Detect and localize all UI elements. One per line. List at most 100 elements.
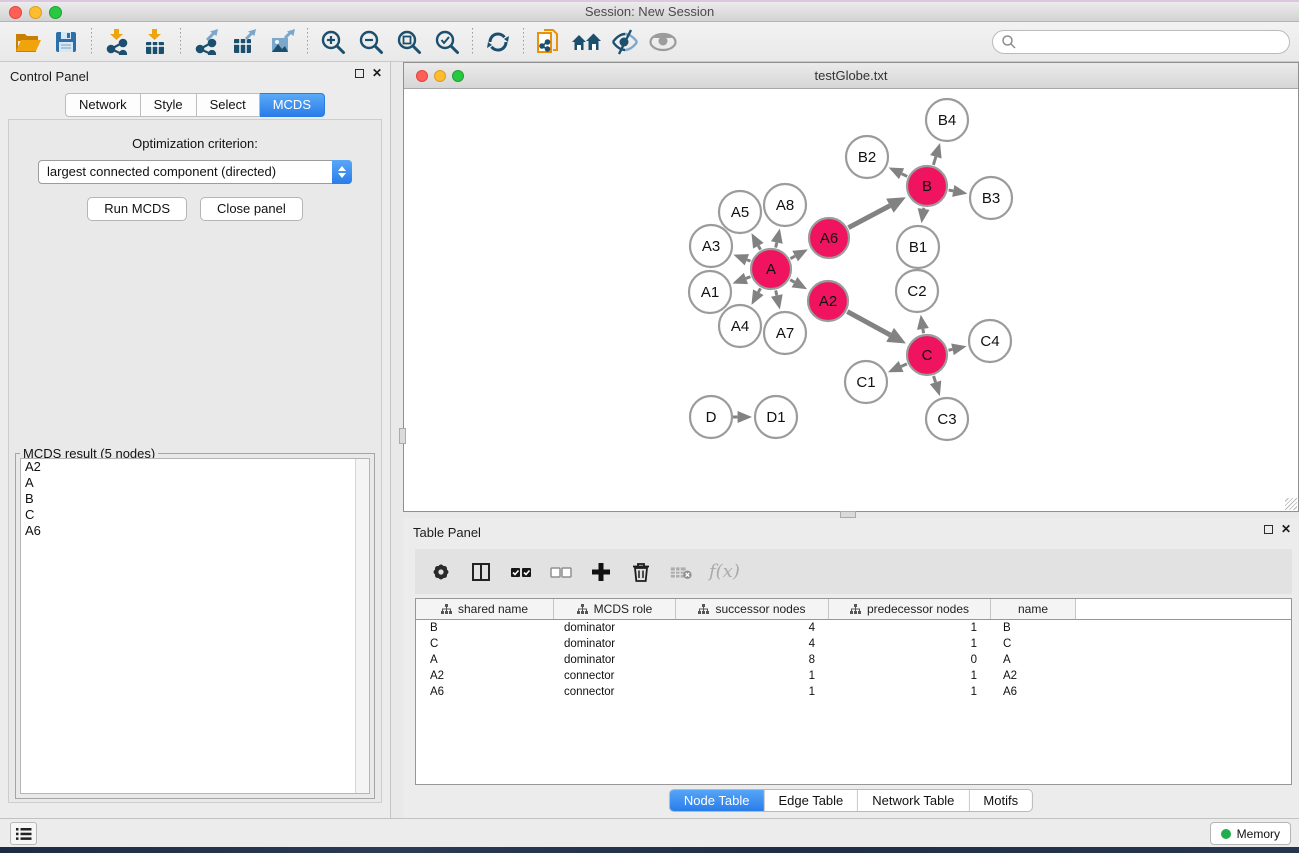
tab-motifs[interactable]: Motifs [968,790,1032,811]
export-table-button[interactable] [225,26,263,58]
graph-edge[interactable] [847,312,890,335]
graph-edge[interactable] [747,260,751,261]
zoom-out-button[interactable] [352,26,390,58]
refresh-button[interactable] [479,26,517,58]
delete-column-button[interactable] [629,560,653,584]
graph-edge[interactable] [776,290,777,295]
graph-edge[interactable] [746,277,750,279]
toolbar-separator [307,28,308,56]
window-title: Session: New Session [0,2,1299,21]
tab-style[interactable]: Style [141,93,197,117]
open-network-file-button[interactable] [530,26,568,58]
graph-edge[interactable] [848,206,889,228]
graph-edge[interactable] [948,349,952,350]
tab-network-table[interactable]: Network Table [857,790,968,811]
graph-edge[interactable] [790,280,794,282]
resize-handle[interactable] [1285,498,1297,510]
table-row[interactable]: B dominator 4 1 B [416,620,1291,636]
graph-edge[interactable] [790,256,795,259]
import-table-button[interactable] [136,26,174,58]
graph-edge[interactable] [923,329,924,333]
application-window: Session: New Session [0,0,1299,853]
minimize-view-button[interactable] [434,70,446,82]
zoom-fit-button[interactable] [390,26,428,58]
task-history-button[interactable] [10,822,37,845]
import-network-button[interactable] [98,26,136,58]
open-session-button[interactable] [9,26,47,58]
close-panel-icon[interactable]: ✕ [372,68,382,78]
select-stepper-icon [332,160,352,184]
column-header-name[interactable]: name [991,599,1076,619]
list-item: B [21,491,369,507]
splitter-handle[interactable] [399,428,406,444]
float-panel-icon[interactable] [1264,525,1273,534]
graph-edge[interactable] [901,364,907,367]
titlebar: Session: New Session [0,0,1299,22]
search-field[interactable] [992,30,1290,54]
home-pages-button[interactable] [568,26,606,58]
hide-graphics-button[interactable] [606,26,644,58]
select-all-button[interactable] [509,560,533,584]
memory-label: Memory [1237,827,1280,841]
network-canvas[interactable]: B4B2BB3A8A5A6A3B1AA1C2A2A4A7C4CC1C3DD1 [404,89,1298,511]
graph-edge[interactable] [776,243,777,248]
tab-network[interactable]: Network [65,93,141,117]
splitter-handle[interactable] [840,511,856,518]
close-panel-icon[interactable]: ✕ [1281,524,1291,534]
column-header-predecessor-nodes[interactable]: predecessor nodes [829,599,991,619]
network-graph[interactable]: B4B2BB3A8A5A6A3B1AA1C2A2A4A7C4CC1C3DD1 [404,89,1298,511]
column-header-mcds-role[interactable]: MCDS role [554,599,676,619]
criterion-select[interactable]: largest connected component (directed) [38,160,352,184]
export-network-button[interactable] [187,26,225,58]
graph-edge[interactable] [933,157,935,165]
gear-icon [430,561,452,583]
mcds-result-list[interactable]: A2 A B C A6 [20,458,370,794]
deselect-all-button[interactable] [549,560,573,584]
table-row[interactable]: C dominator 4 1 C [416,636,1291,652]
maximize-view-button[interactable] [452,70,464,82]
run-mcds-button[interactable]: Run MCDS [87,197,187,221]
graph-edge[interactable] [758,246,760,250]
graph-edge-arrowhead [930,143,941,159]
main-toolbar [0,22,1299,62]
tab-node-table[interactable]: Node Table [670,790,764,811]
tab-edge-table[interactable]: Edge Table [763,790,857,811]
scrollbar[interactable] [355,459,369,793]
criterion-selected-value: largest connected component (directed) [47,164,276,179]
save-session-button[interactable] [47,26,85,58]
column-header-shared-name[interactable]: shared name [416,599,554,619]
zoom-in-button[interactable] [314,26,352,58]
import-network-icon [104,29,130,55]
memory-button[interactable]: Memory [1210,822,1291,845]
add-column-button[interactable] [589,560,613,584]
column-header-successor-nodes[interactable]: successor nodes [676,599,829,619]
graph-edge[interactable] [902,174,908,177]
list-item: A2 [21,459,369,475]
zoom-selected-button[interactable] [428,26,466,58]
float-panel-icon[interactable] [355,69,364,78]
graph-edge-arrowhead [771,228,783,243]
graph-edge[interactable] [758,288,760,292]
graph-edge[interactable] [949,190,954,191]
close-window-button[interactable] [9,6,22,19]
table-settings-button[interactable] [429,560,453,584]
maximize-window-button[interactable] [49,6,62,19]
graph-edge-arrowhead [930,381,941,397]
toolbar-separator [523,28,524,56]
tab-select[interactable]: Select [197,93,260,117]
graph-node-label: A1 [701,284,719,301]
close-view-button[interactable] [416,70,428,82]
tab-mcds[interactable]: MCDS [260,93,325,117]
table-bottom-tabs: Node Table Edge Table Network Table Moti… [669,789,1033,812]
show-columns-button[interactable] [469,560,493,584]
table-row[interactable]: A2 connector 1 1 A2 [416,668,1291,684]
minimize-window-button[interactable] [29,6,42,19]
table-row[interactable]: A6 connector 1 1 A6 [416,684,1291,700]
graph-edge[interactable] [934,376,936,382]
close-panel-button[interactable]: Close panel [200,197,303,221]
table-row[interactable]: A dominator 8 0 A [416,652,1291,668]
search-input[interactable] [1017,32,1289,52]
export-image-button[interactable] [263,26,301,58]
save-floppy-icon [54,30,78,54]
show-graphics-button[interactable] [644,26,682,58]
